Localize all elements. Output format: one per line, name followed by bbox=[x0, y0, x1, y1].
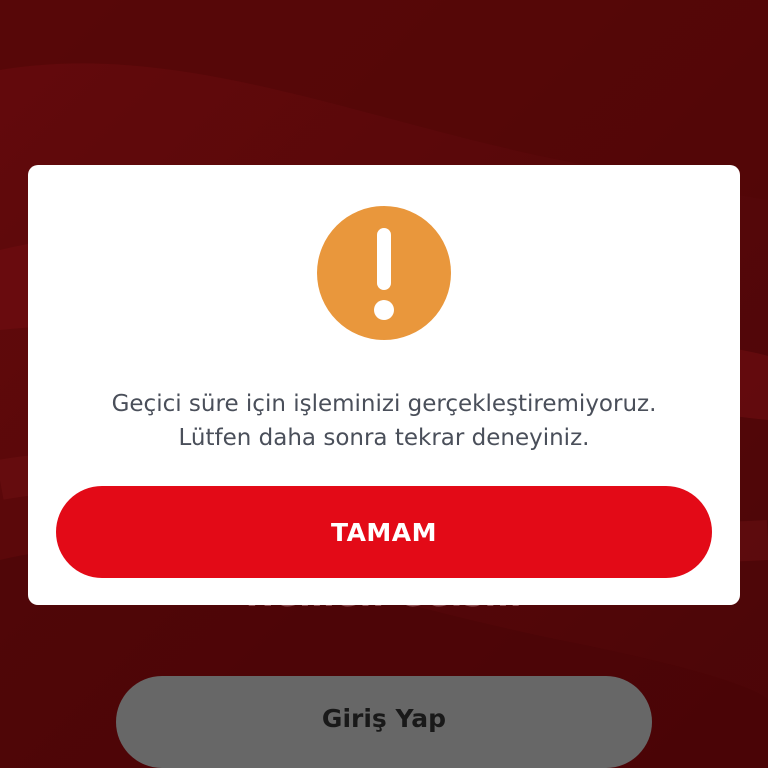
error-dialog: Geçici süre için işleminizi gerçekleştir… bbox=[28, 165, 740, 605]
dialog-message-line-1: Geçici süre için işleminizi gerçekleştir… bbox=[111, 391, 657, 417]
app-screen: Hemen Gelsin Giriş Yap Geçici süre için … bbox=[0, 0, 768, 768]
exclamation-icon bbox=[317, 206, 451, 340]
exclamation-bar bbox=[377, 228, 391, 290]
dialog-message-line-2: Lütfen daha sonra tekrar deneyiniz. bbox=[178, 425, 590, 451]
dialog-message: Geçici süre için işleminizi gerçekleştir… bbox=[48, 387, 720, 455]
ok-button[interactable]: TAMAM bbox=[56, 486, 712, 578]
exclamation-dot bbox=[374, 300, 394, 320]
